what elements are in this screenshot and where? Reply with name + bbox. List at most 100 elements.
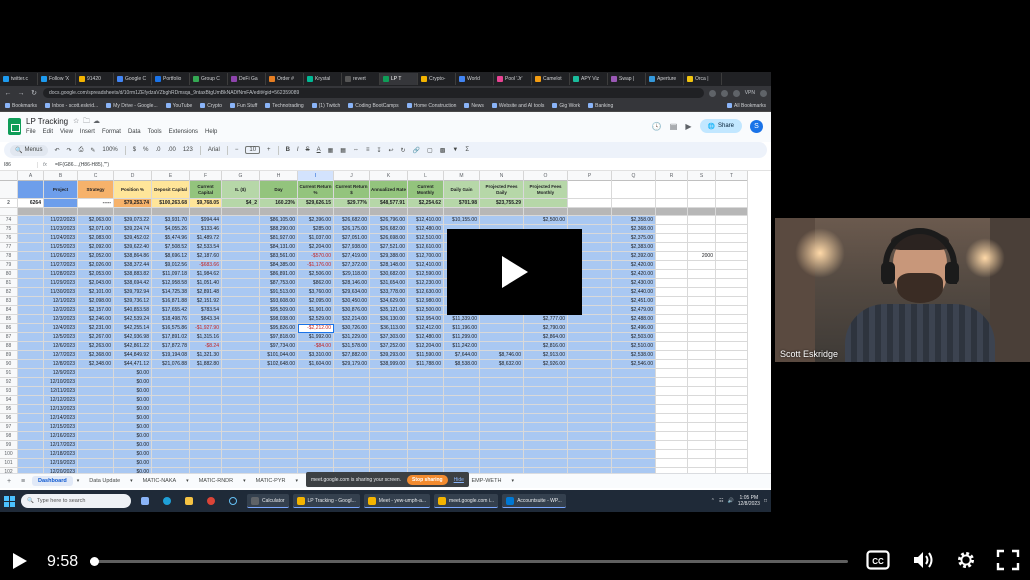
grid-cell[interactable]: $98,038.00 (260, 315, 298, 324)
undo-icon[interactable]: ↶ (55, 147, 60, 154)
grid-cell[interactable] (18, 261, 44, 270)
taskbar-app[interactable]: Calculator (247, 494, 289, 508)
grid-cell[interactable]: $2,368.00 (612, 225, 656, 234)
grid-cell[interactable] (568, 369, 612, 378)
grid-cell[interactable]: $2,790.00 (524, 324, 568, 333)
grid-cell[interactable]: $37,252.00 (370, 342, 408, 351)
grid-cell[interactable] (18, 234, 44, 243)
grid-cell[interactable]: $48,577.91 (370, 199, 408, 208)
grid-cell[interactable] (688, 432, 716, 441)
grid-cell[interactable] (18, 288, 44, 297)
grid-cell[interactable]: $28,146.00 (334, 279, 370, 288)
grid-cell[interactable]: $0.00 (114, 459, 152, 468)
grid-cell[interactable] (688, 279, 716, 288)
grid-cell[interactable] (656, 396, 688, 405)
grid-cell[interactable] (480, 414, 524, 423)
grid-cell[interactable] (370, 450, 408, 459)
grid-cell[interactable]: $12,480.00 (408, 333, 444, 342)
grid-cell[interactable] (612, 387, 656, 396)
grid-cell[interactable]: 11/29/2023 (44, 279, 78, 288)
grid-cell[interactable] (688, 450, 716, 459)
grid-cell[interactable]: $34,629.00 (370, 297, 408, 306)
grid-cell[interactable] (18, 396, 44, 405)
grid-cell[interactable]: $86,891.00 (260, 270, 298, 279)
grid-cell[interactable]: $12,410.00 (408, 261, 444, 270)
grid-cell[interactable] (408, 414, 444, 423)
grid-cell[interactable] (716, 459, 748, 468)
grid-cell[interactable]: $1,489.72 (190, 234, 222, 243)
grid-cell[interactable] (656, 199, 688, 208)
grid-cell[interactable] (152, 414, 190, 423)
grid-cell[interactable]: 160.23% (260, 199, 298, 208)
grid-cell[interactable] (612, 441, 656, 450)
grid-cell[interactable]: $3,310.00 (298, 351, 334, 360)
grid-cell[interactable]: $26,682.00 (370, 225, 408, 234)
grid-cell[interactable]: $42,255.14 (114, 324, 152, 333)
grid-cell[interactable]: 11/28/2023 (44, 270, 78, 279)
grid-cell[interactable] (568, 405, 612, 414)
sheet-tab[interactable]: Dashboard (32, 476, 73, 486)
grid-cell[interactable]: $2,043.00 (78, 279, 114, 288)
browser-tab[interactable]: Aperture (646, 73, 684, 85)
grid-cell[interactable] (78, 414, 114, 423)
comment-icon[interactable]: ▢ (427, 147, 433, 154)
grid-cell[interactable] (152, 450, 190, 459)
grid-cell[interactable] (524, 378, 568, 387)
grid-cell[interactable] (656, 225, 688, 234)
grid-cell[interactable] (524, 450, 568, 459)
grid-cell[interactable] (78, 369, 114, 378)
grid-cell[interactable] (656, 270, 688, 279)
grid-cell[interactable] (44, 208, 78, 216)
reload-icon[interactable]: ↻ (30, 89, 38, 97)
grid-cell[interactable]: $2,430.00 (612, 279, 656, 288)
grid-cell[interactable] (524, 387, 568, 396)
grid-cell[interactable] (688, 423, 716, 432)
bookmark-item[interactable]: Coding BootCamps (348, 103, 398, 109)
grid-cell[interactable] (190, 450, 222, 459)
grid-cell[interactable]: $2,348.00 (78, 360, 114, 369)
chevron-down-icon[interactable]: ▾ (243, 478, 246, 484)
grid-cell[interactable] (408, 459, 444, 468)
grid-cell[interactable]: -$8.24 (190, 342, 222, 351)
grid-cell[interactable] (656, 369, 688, 378)
grid-cell[interactable]: $12,230.00 (408, 279, 444, 288)
grid-cell[interactable]: 12/13/2023 (44, 405, 78, 414)
grid-cell[interactable] (222, 243, 260, 252)
sheet-tab[interactable]: MATIC-RNDR (193, 476, 239, 486)
grid-cell[interactable]: 11/30/2023 (44, 288, 78, 297)
grid-cell[interactable]: $39,293.00 (370, 351, 408, 360)
grid-cell[interactable] (18, 252, 44, 261)
grid-cell[interactable]: $30,726.00 (334, 324, 370, 333)
grid-cell[interactable]: $44,471.12 (114, 360, 152, 369)
grid-cell[interactable] (688, 459, 716, 468)
row-number[interactable] (0, 181, 18, 199)
grid-cell[interactable]: $30,450.00 (334, 297, 370, 306)
grid-cell[interactable] (222, 378, 260, 387)
grid-cell[interactable]: $28,148.00 (370, 261, 408, 270)
grid-cell[interactable] (18, 306, 44, 315)
grid-cell[interactable]: $9,012.56 (152, 261, 190, 270)
grid-cell[interactable] (298, 423, 334, 432)
chrome-icon[interactable] (203, 494, 219, 508)
grid-cell[interactable]: $27,419.00 (334, 252, 370, 261)
grid-cell[interactable]: $93,608.00 (260, 297, 298, 306)
menu-item-data[interactable]: Data (128, 129, 141, 135)
grid-cell[interactable] (222, 208, 260, 216)
column-header-o[interactable]: O (524, 171, 568, 181)
grid-cell[interactable]: $30,876.00 (334, 306, 370, 315)
play-icon[interactable] (12, 552, 28, 570)
grid-cell[interactable] (480, 387, 524, 396)
grid-cell[interactable] (222, 225, 260, 234)
grid-cell[interactable] (408, 369, 444, 378)
grid-cell[interactable]: $2,503.00 (612, 333, 656, 342)
chevron-down-icon[interactable]: ▾ (186, 478, 189, 484)
percent-format-button[interactable]: % (143, 147, 148, 153)
grid-cell[interactable] (716, 378, 748, 387)
grid-cell[interactable] (78, 378, 114, 387)
grid-cell[interactable] (444, 459, 480, 468)
bookmark-item[interactable]: Inbox - scott.eskrid... (45, 103, 98, 109)
column-header-g[interactable]: G (222, 171, 260, 181)
grid-cell[interactable]: $12,630.00 (408, 288, 444, 297)
grid-cell[interactable]: $12,480.00 (408, 225, 444, 234)
grid-cell[interactable]: 2000 (688, 252, 716, 261)
